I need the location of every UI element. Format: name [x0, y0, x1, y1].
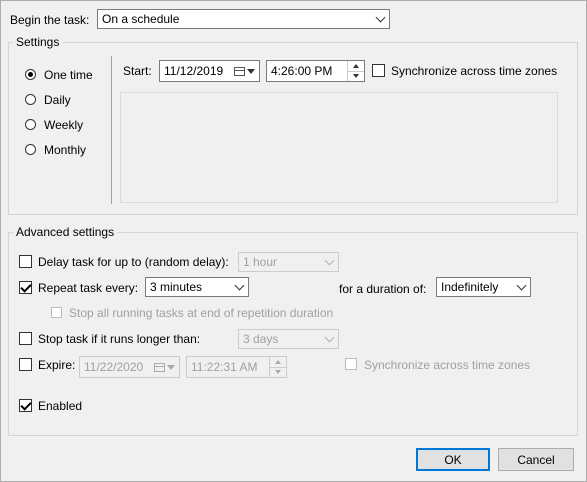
settings-divider — [111, 56, 112, 204]
advanced-settings-title: Advanced settings — [13, 225, 118, 239]
expire-sync-time-zones-label: Synchronize across time zones — [364, 358, 531, 372]
repeat-task-label: Repeat task every: — [38, 281, 139, 295]
settings-title: Settings — [13, 35, 63, 49]
repeat-interval-value: 3 minutes — [150, 280, 203, 294]
delay-task-label: Delay task for up to (random delay): — [38, 255, 229, 269]
time-spinner[interactable] — [269, 357, 286, 377]
delay-task-checkbox[interactable] — [19, 255, 32, 268]
chevron-down-icon — [371, 10, 389, 28]
stop-task-longer-select[interactable]: 3 days — [238, 329, 339, 349]
expire-time-value: 11:22:31 AM — [191, 360, 258, 374]
radio-one-time[interactable] — [25, 69, 36, 80]
start-time-picker[interactable]: 4:26:00 PM — [266, 60, 365, 82]
calendar-icon — [234, 66, 245, 76]
delay-select[interactable]: 1 hour — [238, 252, 339, 272]
duration-select[interactable]: Indefinitely — [436, 277, 531, 297]
spin-up-icon[interactable] — [348, 61, 364, 71]
spin-up-icon[interactable] — [270, 357, 286, 367]
enabled-label: Enabled — [38, 399, 83, 413]
chevron-down-icon — [320, 330, 338, 348]
expire-checkbox[interactable] — [19, 358, 32, 371]
cancel-button[interactable]: Cancel — [498, 448, 574, 471]
start-date-value: 11/12/2019 — [164, 64, 224, 78]
radio-daily-label: Daily — [44, 93, 71, 107]
radio-monthly[interactable] — [25, 144, 36, 155]
stop-task-longer-checkbox[interactable] — [19, 332, 32, 345]
spin-down-icon[interactable] — [348, 70, 364, 82]
start-label: Start: — [123, 64, 152, 78]
radio-weekly-label: Weekly — [44, 118, 84, 132]
chevron-down-icon — [320, 253, 338, 271]
repeat-task-checkbox[interactable] — [19, 281, 32, 294]
stop-running-tasks-checkbox[interactable] — [51, 307, 62, 318]
begin-task-label: Begin the task: — [10, 13, 90, 27]
begin-task-select[interactable]: On a schedule — [97, 9, 390, 29]
sync-time-zones-checkbox[interactable] — [372, 64, 385, 77]
chevron-down-icon — [512, 278, 530, 296]
time-spinner[interactable] — [347, 61, 364, 81]
chevron-down-icon — [167, 364, 175, 370]
radio-one-time-label: One time — [44, 68, 93, 82]
calendar-icon — [154, 362, 165, 372]
expire-sync-time-zones-checkbox[interactable] — [345, 358, 357, 370]
duration-label: for a duration of: — [339, 282, 427, 296]
radio-daily[interactable] — [25, 94, 36, 105]
start-time-value: 4:26:00 PM — [271, 64, 333, 78]
expire-label: Expire: — [38, 358, 76, 372]
begin-task-value: On a schedule — [102, 12, 180, 26]
chevron-down-icon — [230, 278, 248, 296]
delay-value: 1 hour — [243, 255, 278, 269]
ok-button[interactable]: OK — [416, 448, 490, 471]
expire-time-picker[interactable]: 11:22:31 AM — [186, 356, 287, 378]
schedule-detail-panel — [120, 92, 558, 203]
duration-value: Indefinitely — [441, 280, 499, 294]
spin-down-icon[interactable] — [270, 366, 286, 378]
repeat-interval-select[interactable]: 3 minutes — [145, 277, 249, 297]
stop-running-tasks-label: Stop all running tasks at end of repetit… — [69, 306, 334, 320]
radio-monthly-label: Monthly — [44, 143, 87, 157]
expire-date-value: 11/22/2020 — [84, 360, 144, 374]
expire-date-picker[interactable]: 11/22/2020 — [79, 356, 180, 378]
start-date-picker[interactable]: 11/12/2019 — [159, 60, 260, 82]
chevron-down-icon — [247, 68, 255, 74]
enabled-checkbox[interactable] — [19, 399, 32, 412]
sync-time-zones-label: Synchronize across time zones — [391, 64, 558, 78]
stop-task-longer-label: Stop task if it runs longer than: — [38, 332, 201, 346]
stop-task-longer-value: 3 days — [243, 332, 279, 346]
radio-weekly[interactable] — [25, 119, 36, 130]
